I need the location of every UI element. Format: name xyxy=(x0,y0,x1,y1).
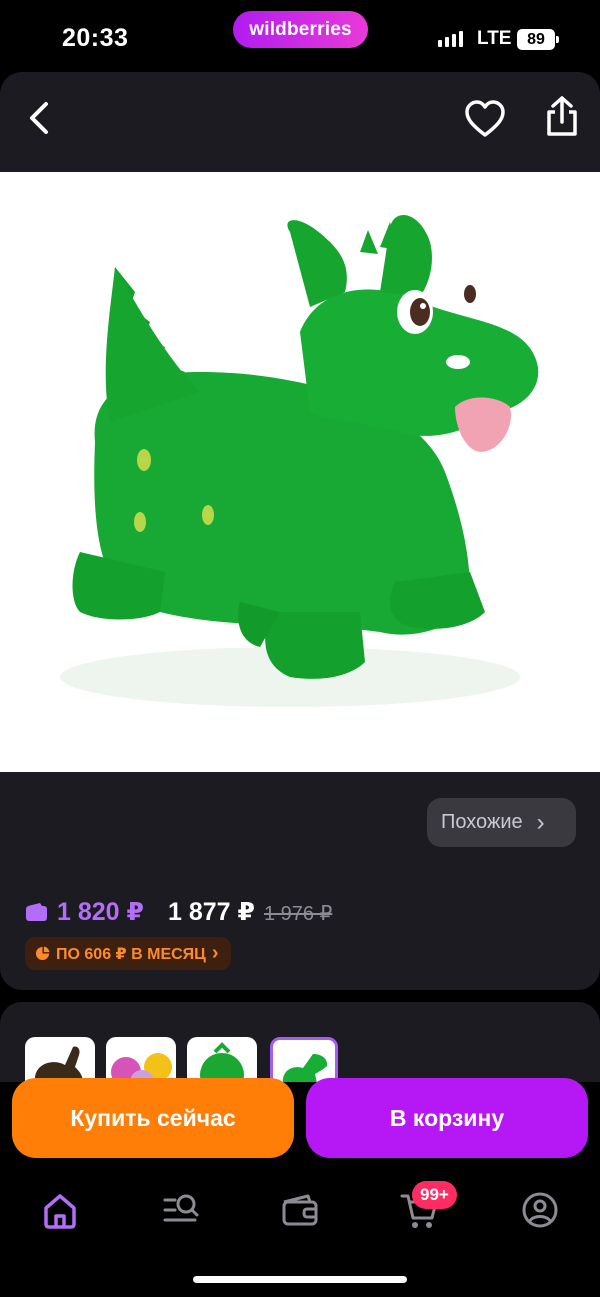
wallet-icon xyxy=(282,1194,318,1226)
animals-thumb-image xyxy=(111,1053,172,1082)
chevron-right-icon: › xyxy=(536,808,545,836)
status-bar: 20:33 wildberries LTE 89 xyxy=(0,0,600,72)
thumb-ball[interactable] xyxy=(187,1037,257,1082)
similar-label: Похожие xyxy=(441,811,523,833)
old-price: 1 976 ₽ xyxy=(264,903,333,925)
battery-level: 89 xyxy=(527,30,545,48)
pie-chart-icon xyxy=(35,946,50,961)
dragon-thumb-image xyxy=(282,1054,328,1082)
nav-wallet[interactable] xyxy=(278,1188,322,1232)
product-header xyxy=(0,72,600,172)
home-icon xyxy=(44,1194,76,1229)
installment-button[interactable]: ПО 606 ₽ В МЕСЯЦ › xyxy=(25,937,231,970)
nav-catalog[interactable] xyxy=(159,1188,203,1232)
back-button[interactable] xyxy=(18,96,62,140)
add-to-cart-button[interactable]: В корзину xyxy=(306,1078,588,1158)
card-price: 1 877 ₽ xyxy=(168,898,255,926)
chevron-left-icon xyxy=(30,102,48,134)
brand-pill: wildberries xyxy=(233,11,368,48)
wallet-price-value: 1 820 ₽ xyxy=(57,898,144,926)
product-image[interactable] xyxy=(0,172,600,772)
favorite-button[interactable] xyxy=(462,96,508,142)
nav-profile[interactable] xyxy=(518,1188,562,1232)
horse-thumb-image xyxy=(35,1046,84,1082)
share-icon xyxy=(547,96,577,136)
network-type: LTE xyxy=(477,28,512,49)
signal-icon xyxy=(438,31,463,47)
wallet-icon xyxy=(26,903,47,921)
buy-now-button[interactable]: Купить сейчас xyxy=(12,1078,294,1158)
chevron-right-icon: › xyxy=(211,942,219,964)
cart-badge: 99+ xyxy=(412,1181,457,1209)
thumb-horse[interactable] xyxy=(25,1037,95,1082)
thumb-dragon[interactable] xyxy=(270,1037,338,1082)
heart-icon xyxy=(465,100,505,137)
wallet-price: 1 820 ₽ xyxy=(25,897,144,927)
similar-products-button[interactable]: Похожие › xyxy=(427,798,576,847)
installment-label: ПО 606 ₽ В МЕСЯЦ xyxy=(56,945,206,963)
status-time: 20:33 xyxy=(62,24,129,52)
thumbnail-strip xyxy=(0,1002,600,1082)
ball-thumb-image xyxy=(200,1042,244,1082)
green-dragon-hopper-illustration xyxy=(60,215,539,707)
thumb-animals[interactable] xyxy=(106,1037,176,1082)
catalog-search-icon xyxy=(163,1194,199,1222)
profile-icon xyxy=(522,1192,558,1228)
battery-icon: 89 xyxy=(517,29,559,50)
home-indicator xyxy=(193,1276,407,1283)
price-section: Похожие › 1 820 ₽ 1 877 ₽ 1 976 ₽ ПО 606… xyxy=(0,772,600,990)
nav-home[interactable] xyxy=(38,1188,82,1232)
share-button[interactable] xyxy=(540,94,584,140)
